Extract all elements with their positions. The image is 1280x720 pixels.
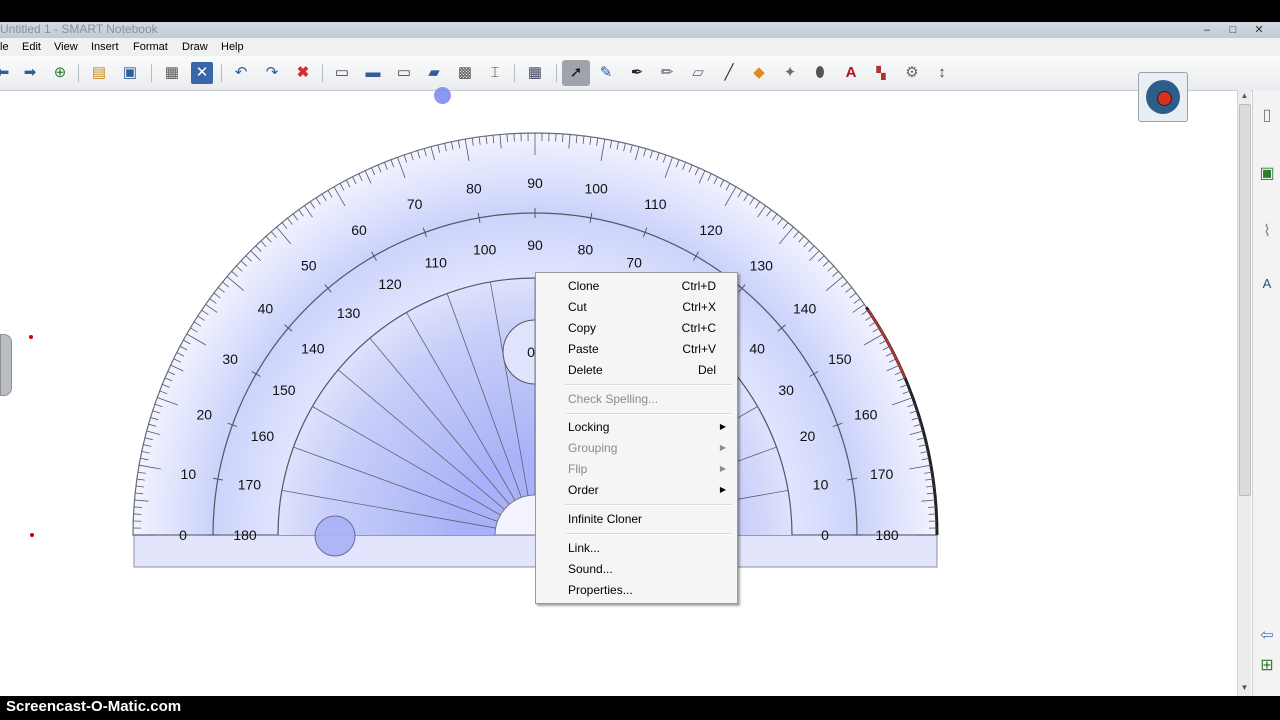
protractor-outer-label: 120: [699, 222, 723, 238]
page-sorter-icon[interactable]: ▯: [1255, 102, 1279, 130]
properties-tab-icon[interactable]: A: [1255, 270, 1279, 298]
menu-item-properties[interactable]: Properties...: [538, 580, 734, 600]
screencast-bottom-bar: [0, 696, 1280, 720]
menu-item-label: Grouping: [568, 441, 618, 455]
protractor-center-label: 0: [527, 344, 535, 360]
menu-item-delete[interactable]: Delete Del: [538, 360, 734, 380]
protractor-inner-label: 70: [626, 254, 642, 270]
menu-item-shortcut: Ctrl+X: [682, 300, 716, 314]
protractor-outer-label: 10: [181, 466, 197, 482]
protractor-outer-label: 60: [351, 222, 367, 238]
menu-item-label: Order: [568, 483, 599, 497]
submenu-arrow-icon: ▶: [719, 464, 726, 473]
menu-item-label: Clone: [568, 279, 600, 293]
protractor-inner-label: 110: [425, 254, 448, 270]
protractor-outer-label: 70: [407, 196, 423, 212]
protractor-inner-label: 90: [527, 237, 543, 253]
menu-item-label: Cut: [568, 300, 587, 314]
menu-separator: [566, 504, 732, 506]
protractor-outer-label: 180: [875, 527, 899, 543]
protractor-outer-label: 40: [258, 301, 274, 317]
menu-item-check-spelling[interactable]: Check Spelling...: [538, 389, 734, 409]
side-tabs: ▯ ▣ ⌇ A ⇦ ⊞: [1252, 90, 1280, 696]
protractor-outer-label: 140: [793, 301, 817, 317]
menu-item-label: Link...: [568, 541, 601, 555]
protractor-outer-label: 30: [222, 351, 238, 367]
menu-separator: [566, 533, 732, 535]
protractor-inner-label: 180: [233, 527, 257, 543]
menu-item-sound[interactable]: Sound...: [538, 559, 734, 579]
menu-item-label: Copy: [568, 321, 597, 335]
menu-item-copy[interactable]: Copy Ctrl+C: [538, 318, 734, 338]
protractor-inner-label: 0: [821, 527, 829, 543]
submenu-arrow-icon: ▶: [719, 443, 726, 452]
protractor-inner-label: 30: [778, 382, 794, 398]
protractor-outer-label: 0: [179, 527, 187, 543]
protractor-outer-label: 110: [644, 196, 667, 212]
protractor-inner-label: 10: [813, 477, 829, 493]
menu-item-label: Locking: [568, 420, 610, 434]
menu-item-shortcut: Ctrl+D: [681, 279, 716, 293]
protractor-inner-label: 160: [251, 428, 275, 444]
menu-item-shortcut: Ctrl+C: [681, 321, 716, 335]
auto-hide-icon[interactable]: ⊞: [1255, 652, 1279, 680]
menu-item-label: Properties...: [568, 583, 633, 597]
menu-item-paste[interactable]: Paste Ctrl+V: [538, 339, 734, 359]
protractor-inner-label: 140: [301, 341, 325, 357]
protractor-inner-label: 150: [272, 382, 296, 398]
submenu-arrow-icon: ▶: [719, 422, 726, 431]
submenu-arrow-icon: ▶: [719, 485, 726, 494]
protractor-degree-tick: [506, 133, 508, 142]
context-menu: Clone Ctrl+D Cut Ctrl+X Copy Ctrl+C Paste Ct…: [535, 272, 738, 604]
menu-item-label: Infinite Cloner: [568, 512, 643, 526]
menu-item-clone[interactable]: Clone Ctrl+D: [538, 276, 734, 296]
protractor-outer-label: 170: [870, 466, 894, 482]
vertical-scrollbar[interactable]: ▲ ▼: [1237, 90, 1251, 696]
protractor-outer-label: 100: [584, 180, 608, 196]
protractor-degree-tick: [928, 506, 937, 508]
menu-item-locking[interactable]: Locking ▶: [538, 417, 734, 437]
protractor-inner-label: 80: [578, 241, 594, 257]
protractor-resize-handle: [314, 515, 356, 557]
protractor-outer-label: 160: [854, 407, 878, 423]
menu-item-label: Check Spelling...: [568, 392, 659, 406]
menu-item-label: Paste: [568, 342, 599, 356]
protractor-degree-tick: [133, 506, 142, 508]
protractor-outer-label: 20: [196, 407, 212, 423]
menu-item-grouping[interactable]: Grouping ▶: [538, 438, 734, 458]
menu-item-infinite-cloner[interactable]: Infinite Cloner: [538, 509, 734, 529]
protractor-inner-label: 120: [378, 276, 402, 292]
move-sidebar-icon[interactable]: ⇦: [1255, 622, 1279, 650]
menu-separator: [566, 413, 732, 415]
protractor-inner-label: 40: [749, 341, 765, 357]
gallery-icon[interactable]: ▣: [1255, 160, 1279, 188]
menu-item-label: Flip: [568, 462, 588, 476]
attachments-icon[interactable]: ⌇: [1255, 218, 1279, 246]
protractor-outer-label: 150: [828, 351, 852, 367]
scroll-up-icon[interactable]: ▲: [1238, 90, 1251, 102]
protractor-inner-label: 20: [800, 428, 816, 444]
menu-item-label: Sound...: [568, 562, 613, 576]
menu-item-order[interactable]: Order ▶: [538, 480, 734, 500]
menu-item-link[interactable]: Link...: [538, 538, 734, 558]
menu-item-shortcut: Ctrl+V: [682, 342, 716, 356]
menu-item-shortcut: Del: [697, 363, 716, 377]
menu-item-flip[interactable]: Flip ▶: [538, 459, 734, 479]
scroll-thumb[interactable]: [1239, 104, 1251, 496]
menu-item-label: Delete: [568, 363, 603, 377]
protractor-outer-label: 80: [466, 180, 482, 196]
protractor-outer-label: 50: [301, 257, 317, 273]
scroll-down-icon[interactable]: ▼: [1238, 682, 1251, 694]
protractor-outer-label: 90: [527, 175, 543, 191]
protractor-outer-label: 130: [750, 257, 774, 273]
menu-item-cut[interactable]: Cut Ctrl+X: [538, 297, 734, 317]
watermark: Screencast-O-Matic.com: [6, 698, 182, 715]
menu-separator: [566, 384, 732, 386]
protractor-inner-label: 100: [473, 241, 497, 257]
protractor-inner-label: 170: [238, 477, 262, 493]
protractor-inner-label: 130: [337, 305, 361, 321]
protractor-degree-tick: [562, 133, 564, 142]
